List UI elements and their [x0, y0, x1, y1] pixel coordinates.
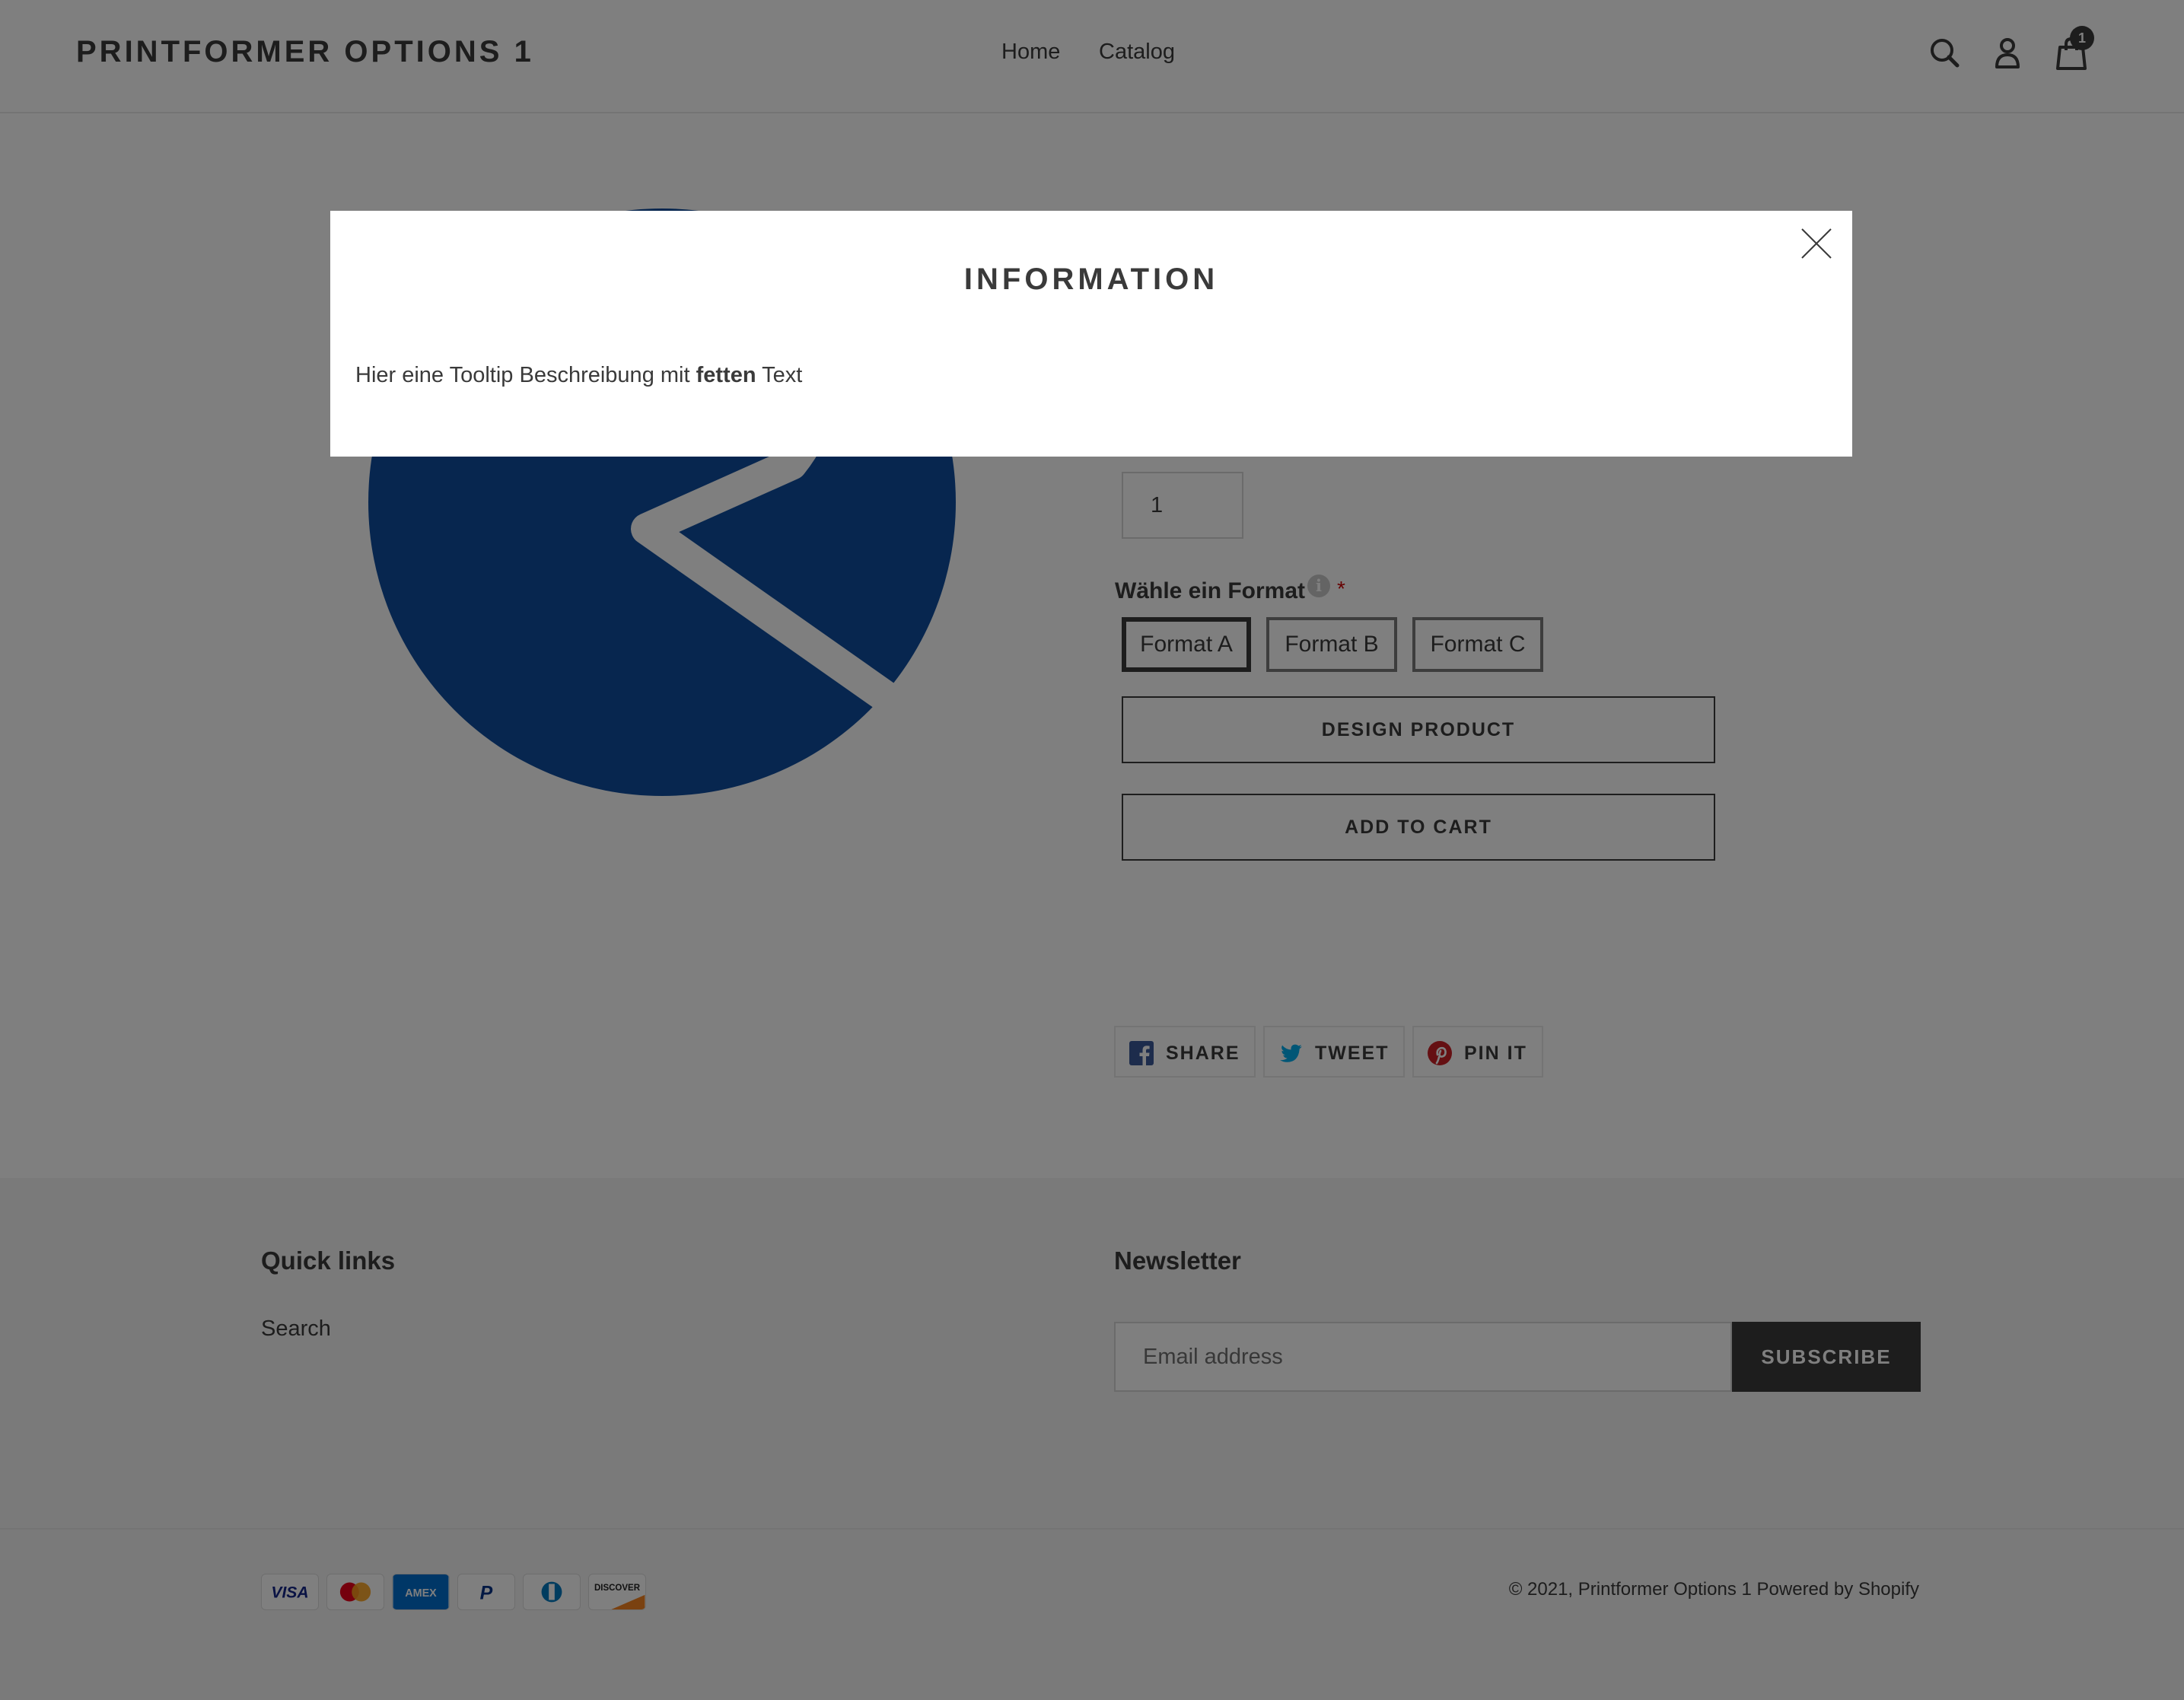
page: PRINTFORMER OPTIONS 1 Home Catalog 1 Wäh… — [0, 0, 2184, 1700]
modal-body-end: Text — [756, 363, 803, 387]
modal-body-bold: fetten — [696, 363, 756, 387]
information-modal: INFORMATION Hier eine Tooltip Beschreibu… — [330, 211, 1852, 457]
modal-title: INFORMATION — [963, 263, 1219, 296]
modal-body-start: Hier eine Tooltip Beschreibung mit — [355, 363, 696, 387]
close-icon[interactable] — [1799, 226, 1834, 261]
modal-body-text: Hier eine Tooltip Beschreibung mit fette… — [355, 363, 802, 388]
